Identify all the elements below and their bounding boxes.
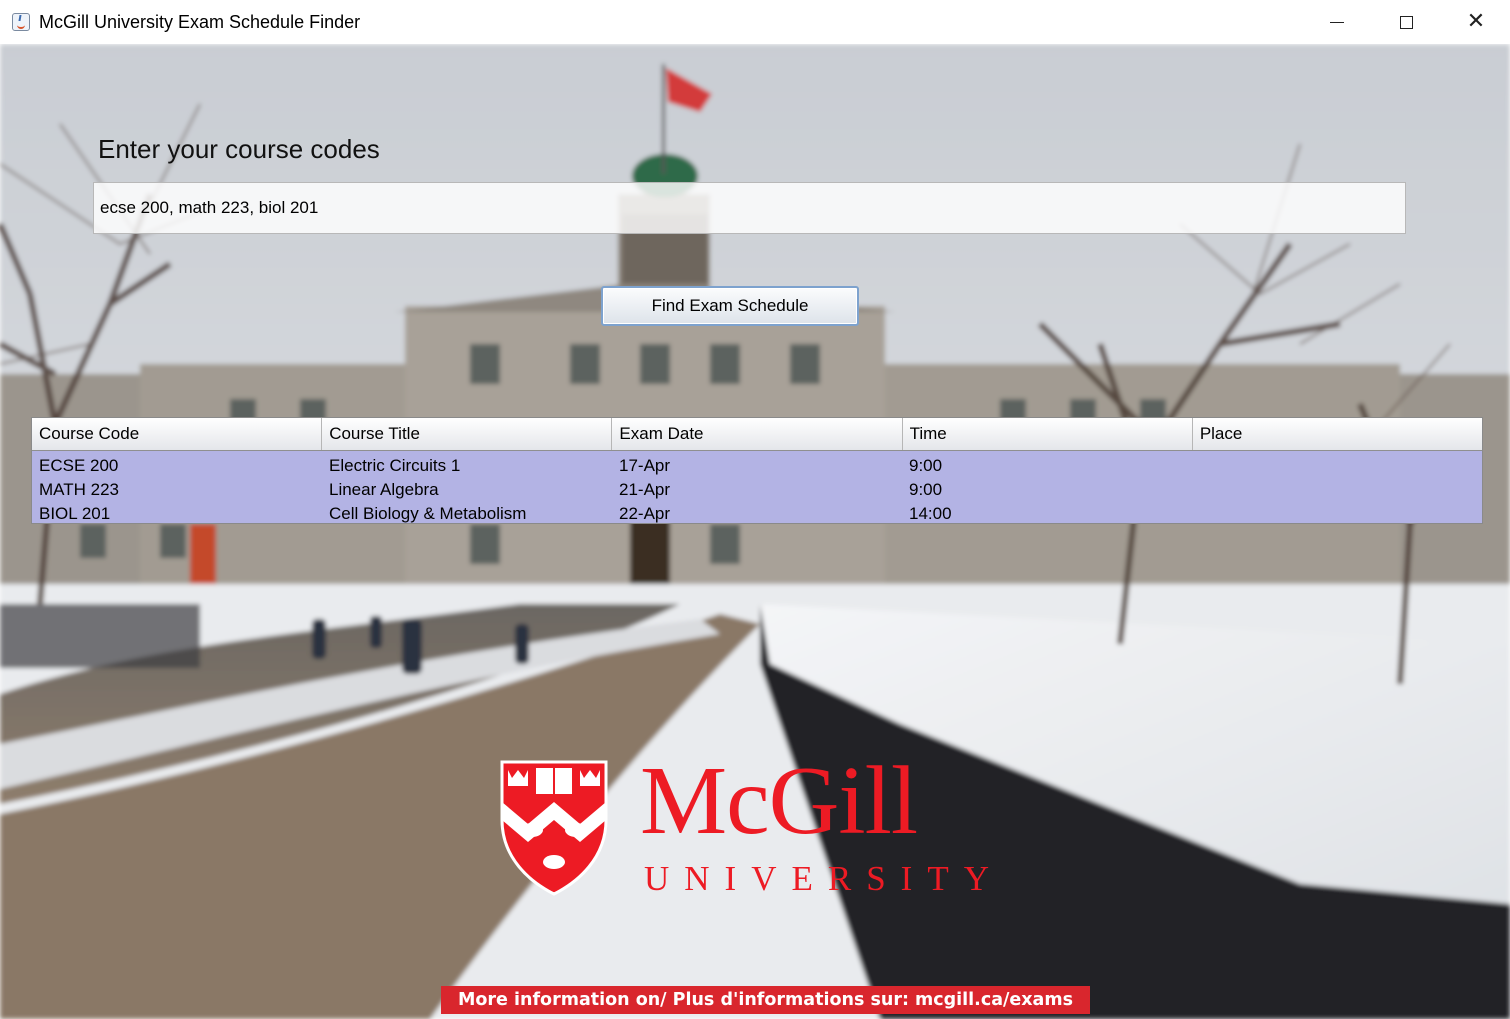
table-row[interactable]: BIOL 201 Cell Biology & Metabolism 22-Ap… <box>32 502 1482 526</box>
cell-place <box>1192 502 1482 526</box>
cell-course-title: Linear Algebra <box>329 480 439 499</box>
cell-time: 9:00 <box>909 480 943 499</box>
cell-time: 9:00 <box>909 456 943 475</box>
mcgill-logo: McGill UNIVERSITY <box>498 752 998 898</box>
java-app-icon <box>12 13 30 31</box>
cell-place <box>1192 478 1482 502</box>
cell-exam-date: 21-Apr <box>619 480 671 499</box>
window-title: McGill University Exam Schedule Finder <box>39 11 361 32</box>
exam-info-banner: More information on/ Plus d'informations… <box>441 986 1090 1014</box>
find-exam-schedule-button[interactable]: Find Exam Schedule <box>601 286 859 326</box>
cell-course-code: BIOL 201 <box>39 504 111 523</box>
cell-exam-date: 22-Apr <box>619 504 671 523</box>
table-header: Course Code Course Title Exam Date Time … <box>32 418 1482 451</box>
cell-course-code: MATH 223 <box>39 480 119 499</box>
course-codes-input[interactable] <box>93 182 1406 234</box>
title-bar: McGill University Exam Schedule Finder ✕ <box>0 0 1510 44</box>
column-header-place[interactable]: Place <box>1193 418 1482 450</box>
column-header-exam-date[interactable]: Exam Date <box>612 418 903 450</box>
cell-course-title: Cell Biology & Metabolism <box>329 504 527 523</box>
university-wordmark: UNIVERSITY <box>644 859 1004 898</box>
maximize-icon[interactable] <box>1371 0 1441 44</box>
cell-exam-date: 17-Apr <box>619 456 671 475</box>
table-row[interactable]: MATH 223 Linear Algebra 21-Apr 9:00 <box>32 478 1482 502</box>
cell-course-code: ECSE 200 <box>39 456 119 475</box>
cell-course-title: Electric Circuits 1 <box>329 456 461 475</box>
course-codes-prompt: Enter your course codes <box>98 134 380 164</box>
mcgill-shield-icon <box>500 760 608 896</box>
table-row[interactable]: ECSE 200 Electric Circuits 1 17-Apr 9:00 <box>32 454 1482 478</box>
cell-time: 14:00 <box>909 504 952 523</box>
minimize-icon[interactable] <box>1302 0 1372 44</box>
column-header-course-code[interactable]: Course Code <box>32 418 323 450</box>
mcgill-wordmark: McGill <box>640 747 918 855</box>
exam-schedule-table: Course Code Course Title Exam Date Time … <box>31 417 1483 524</box>
cell-place <box>1192 454 1482 478</box>
column-header-course-title[interactable]: Course Title <box>322 418 613 450</box>
column-header-time[interactable]: Time <box>903 418 1193 450</box>
close-icon[interactable]: ✕ <box>1441 0 1510 44</box>
table-body: ECSE 200 Electric Circuits 1 17-Apr 9:00… <box>32 451 1482 526</box>
